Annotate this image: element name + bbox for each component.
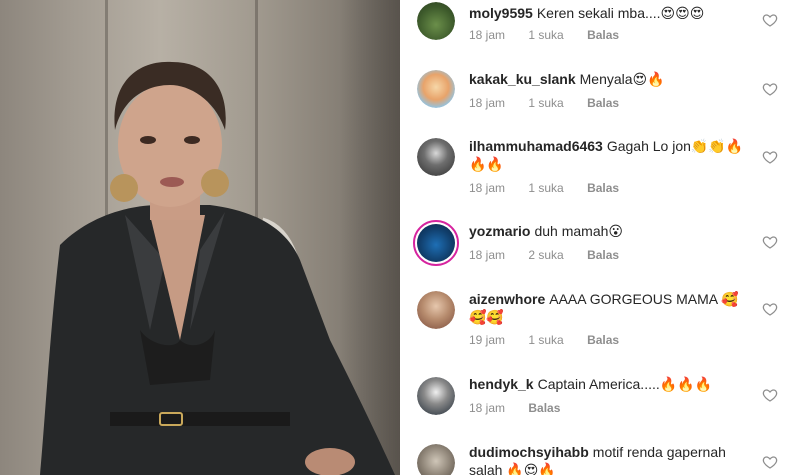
heart-icon[interactable] <box>762 387 778 403</box>
heart-icon[interactable] <box>762 234 778 250</box>
masked-person-avatar[interactable] <box>417 138 455 176</box>
heart-icon[interactable] <box>762 12 778 28</box>
comment-time[interactable]: 18 jam <box>469 181 505 195</box>
reply-button[interactable]: Balas <box>587 96 619 110</box>
comment-text: yozmario duh mamah😮 <box>469 222 754 240</box>
reply-button[interactable]: Balas <box>587 181 619 195</box>
comment-text: hendyk_k Captain America.....🔥🔥🔥 <box>469 375 754 393</box>
reply-button[interactable]: Balas <box>587 333 619 347</box>
group-avatar[interactable] <box>417 444 455 475</box>
masked-man-avatar[interactable] <box>417 377 455 415</box>
comment-meta: 18 jam 1 suka Balas <box>469 28 639 42</box>
reply-button[interactable]: Balas <box>528 401 560 415</box>
comment-text: dudimochsyihabb motif renda gapernah sala… <box>469 443 754 475</box>
comment-username[interactable]: dudimochsyihabb <box>469 444 589 460</box>
post-photo <box>0 0 400 475</box>
comment-text: moly9595 Keren sekali mba....😍😍😍 <box>469 4 754 22</box>
heart-icon[interactable] <box>762 301 778 317</box>
comment-username[interactable]: aizenwhore <box>469 291 545 307</box>
heart-icon[interactable] <box>762 149 778 165</box>
comment-text: aizenwhore AAAA GORGEOUS MAMA 🥰🥰🥰 <box>469 290 754 326</box>
comment-body: Keren sekali mba....😍😍😍 <box>536 5 705 21</box>
reply-button[interactable]: Balas <box>587 28 619 42</box>
comment-text: ilhammuhamad6463 Gagah Lo jon👏👏🔥🔥🔥 <box>469 137 754 173</box>
comment-body: duh mamah😮 <box>534 223 623 239</box>
comment-time[interactable]: 18 jam <box>469 248 505 262</box>
comment-meta: 18 jam 2 suka Balas <box>469 248 639 262</box>
comment-username[interactable]: moly9595 <box>469 5 533 21</box>
comment-body: Captain America.....🔥🔥🔥 <box>537 376 713 392</box>
comment-meta: 18 jam 1 suka Balas <box>469 96 639 110</box>
comment-likes[interactable]: 1 suka <box>528 333 563 347</box>
comment-time[interactable]: 18 jam <box>469 401 505 415</box>
person-illustration <box>40 61 395 475</box>
comment-body: Menyala😍🔥 <box>579 71 665 87</box>
heart-icon[interactable] <box>762 454 778 470</box>
reply-button[interactable]: Balas <box>587 248 619 262</box>
blue-scene-avatar[interactable] <box>413 220 459 266</box>
comment-meta: 18 jam 1 suka Balas <box>469 181 639 195</box>
comment-username[interactable]: hendyk_k <box>469 376 534 392</box>
comment-time[interactable]: 18 jam <box>469 96 505 110</box>
comment-meta: 19 jam 1 suka Balas <box>469 333 639 347</box>
woman-avatar[interactable] <box>417 291 455 329</box>
comment-time[interactable]: 18 jam <box>469 28 505 42</box>
comment-username[interactable]: yozmario <box>469 223 530 239</box>
landscape-avatar[interactable] <box>417 2 455 40</box>
comment-meta: 18 jam Balas <box>469 401 580 415</box>
comment-likes[interactable]: 1 suka <box>528 181 563 195</box>
comment-text: kakak_ku_slank Menyala😍🔥 <box>469 70 754 88</box>
comment-likes[interactable]: 2 suka <box>528 248 563 262</box>
comment-likes[interactable]: 1 suka <box>528 28 563 42</box>
comment-likes[interactable]: 1 suka <box>528 96 563 110</box>
heart-icon[interactable] <box>762 81 778 97</box>
cartoon-avatar[interactable] <box>417 70 455 108</box>
comments-panel[interactable]: moly9595 Keren sekali mba....😍😍😍 18 jam 1… <box>400 0 800 475</box>
comment-time[interactable]: 19 jam <box>469 333 505 347</box>
comment-username[interactable]: kakak_ku_slank <box>469 71 576 87</box>
comment-username[interactable]: ilhammuhamad6463 <box>469 138 603 154</box>
